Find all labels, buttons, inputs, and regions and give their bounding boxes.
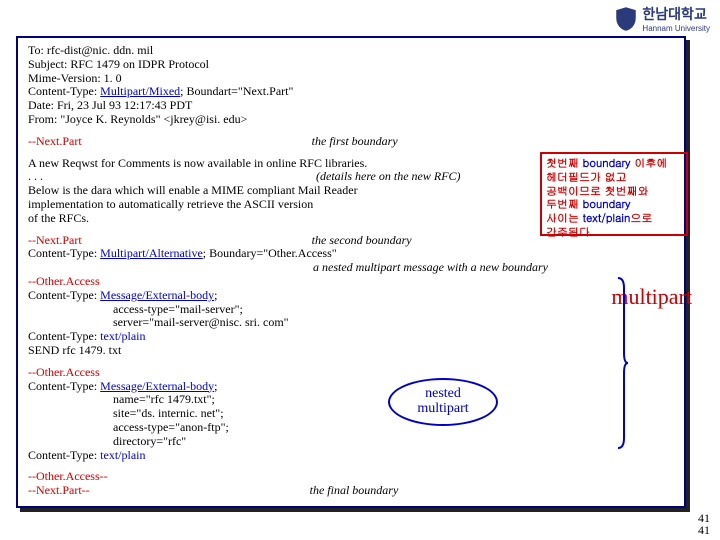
- oa2-ct2-value: text/plain: [100, 448, 145, 462]
- brace-icon: [616, 276, 628, 450]
- oa1-ct2-label: Content-Type:: [28, 329, 100, 343]
- logo-text-block: 한남대학교 Hannam University: [642, 4, 710, 33]
- university-name-ko: 한남대학교: [642, 4, 710, 24]
- university-logo: 한남대학교 Hannam University: [614, 4, 710, 33]
- b2-ct-suffix: ; Boundary="Other.Access": [203, 246, 337, 260]
- message-panel: To: rfc-dist@nic. ddn. mil Subject: RFC …: [16, 36, 686, 508]
- oa1-marker: --Other.Access: [28, 275, 674, 289]
- oa2-a3: access-type="anon-ftp";: [28, 421, 674, 435]
- oa1-ct1-label: Content-Type:: [28, 288, 100, 302]
- other-access-1: --Other.Access Content-Type: Message/Ext…: [28, 275, 674, 358]
- oa2-marker: --Other.Access: [28, 366, 674, 380]
- subject-value: RFC 1479 on IDPR Protocol: [70, 57, 209, 71]
- oa2-a1: name="rfc 1479.txt";: [28, 393, 674, 407]
- page-number: 41 41: [698, 512, 710, 536]
- slide: 한남대학교 Hannam University To: rfc-dist@nic…: [0, 0, 720, 540]
- subject-label: Subject:: [28, 57, 70, 71]
- korean-annotation: 첫번째 boundary 이후에 헤더필드가 없고 공백이므로 첫번째와 두번째…: [540, 152, 688, 236]
- b2-ct-value: Multipart/Alternative: [100, 246, 203, 260]
- date-label: Date:: [28, 98, 57, 112]
- oa1-a2: server="mail-server@nisc. sri. com": [28, 316, 674, 330]
- b2-note2: a nested multipart message with a new bo…: [28, 261, 674, 275]
- other-access-2: --Other.Access Content-Type: Message/Ext…: [28, 366, 674, 463]
- oa2-ct1-value: Message/External-body: [100, 379, 214, 393]
- nested-l1: nested: [390, 387, 496, 402]
- boundary-2-marker: --Next.Part: [28, 234, 82, 248]
- boundary-1-note: the first boundary: [82, 135, 674, 149]
- ct-value: Multipart/Mixed: [100, 84, 180, 98]
- ct-label: Content-Type:: [28, 84, 100, 98]
- nested-multipart-callout: nested multipart: [388, 378, 498, 426]
- mime-label: Mime-Version:: [28, 71, 104, 85]
- final-boundary: --Other.Access-- --Next.Part--the final …: [28, 470, 674, 498]
- from-value: "Joyce K. Reynolds" <jkrey@isi. edu>: [60, 112, 247, 126]
- from-label: From:: [28, 112, 60, 126]
- oa2-ct2-label: Content-Type:: [28, 448, 100, 462]
- ct-suffix: ; Boundart="Next.Part": [180, 84, 293, 98]
- boundary-1: --Next.Part the first boundary: [28, 135, 674, 149]
- oa2-a2: site="ds. internic. net";: [28, 407, 674, 421]
- b2-ct-label: Content-Type:: [28, 246, 100, 260]
- oa1-ct2-value: text/plain: [100, 329, 145, 343]
- mail-headers: To: rfc-dist@nic. ddn. mil Subject: RFC …: [28, 44, 674, 127]
- oa1-ct1-value: Message/External-body: [100, 288, 214, 302]
- oa2-a4: directory="rfc": [28, 435, 674, 449]
- to-value: rfc-dist@nic. ddn. mil: [47, 43, 153, 57]
- boundary-2: --Next.Partthe second boundary Content-T…: [28, 234, 674, 275]
- boundary-1-marker: --Next.Part: [28, 135, 82, 149]
- shield-icon: [614, 6, 638, 32]
- date-value: Fri, 23 Jul 93 12:17:43 PDT: [57, 98, 192, 112]
- final-m2: --Next.Part--: [28, 484, 90, 498]
- oa1-a1: access-type="mail-server";: [28, 303, 674, 317]
- nested-l2: multipart: [390, 402, 496, 417]
- body1-l2r: (details here on the new RFC): [43, 170, 461, 184]
- oa2-ct1-label: Content-Type:: [28, 379, 100, 393]
- mime-value: 1. 0: [104, 71, 122, 85]
- body1-l2: . . .: [28, 170, 43, 184]
- to-label: To:: [28, 43, 47, 57]
- university-name-en: Hannam University: [642, 24, 710, 33]
- final-m1: --Other.Access--: [28, 470, 674, 484]
- oa1-send: SEND rfc 1479. txt: [28, 344, 674, 358]
- final-note: the final boundary: [90, 484, 674, 498]
